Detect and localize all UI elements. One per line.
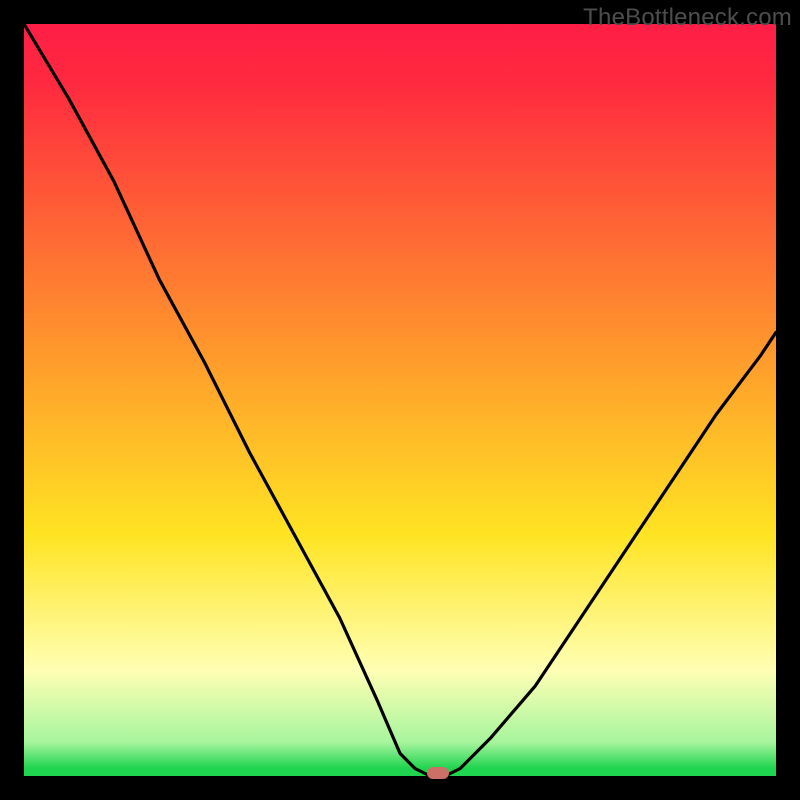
chart-frame: TheBottleneck.com [0, 0, 800, 800]
watermark-text: TheBottleneck.com [583, 4, 792, 32]
chart-plot-area [24, 24, 776, 776]
bottleneck-curve [24, 24, 776, 776]
optimum-marker [427, 767, 449, 779]
